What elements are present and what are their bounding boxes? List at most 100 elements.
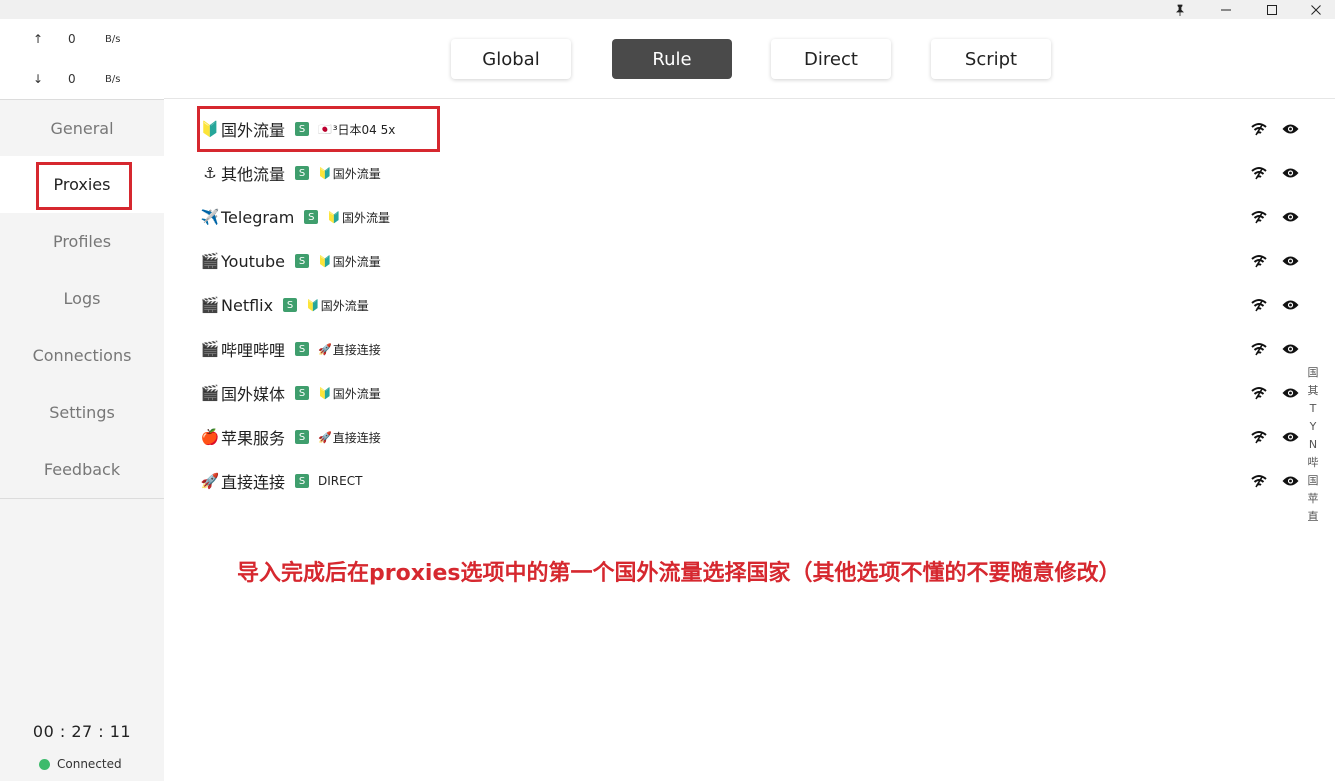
proxy-group-row[interactable]: 🎬 Netflix S 🔰 国外流量 bbox=[200, 283, 1300, 327]
selected-proxy-name: 直接连接 bbox=[332, 430, 381, 445]
group-name: 直接连接 bbox=[221, 473, 286, 492]
group-index-letter[interactable]: N bbox=[1309, 436, 1317, 454]
group-type-badge: S bbox=[295, 342, 310, 356]
selected-proxy-name: 国外流量 bbox=[332, 254, 381, 269]
view-eye-icon[interactable] bbox=[1280, 163, 1300, 183]
mode-rule-button[interactable]: Rule bbox=[612, 39, 732, 79]
download-value: 0 bbox=[68, 72, 76, 86]
mode-bar: Global Rule Direct Script bbox=[164, 19, 1335, 99]
upload-arrow-icon: ↑ bbox=[33, 32, 44, 46]
selected-emoji-icon: 🔰 bbox=[318, 386, 332, 400]
proxy-group-row[interactable]: 🍎 苹果服务 S 🚀 直接连接 bbox=[200, 415, 1300, 459]
close-icon[interactable] bbox=[1302, 0, 1330, 19]
mode-global-button[interactable]: Global bbox=[451, 39, 571, 79]
group-type-badge: S bbox=[295, 166, 310, 180]
group-emoji-icon: 🎬 bbox=[200, 296, 220, 314]
highlight-box-first-group bbox=[197, 106, 440, 152]
group-actions bbox=[1238, 239, 1300, 283]
traffic-panel: ↑ 0 B/s ↓ 0 B/s bbox=[0, 19, 164, 99]
group-index-letter[interactable]: 国 bbox=[1308, 472, 1319, 490]
mode-script-button[interactable]: Script bbox=[931, 39, 1051, 79]
group-index-letter[interactable]: 直 bbox=[1308, 508, 1319, 526]
instruction-annotation: 导入完成后在proxies选项中的第一个国外流量选择国家（其他选项不懂的不要随意… bbox=[237, 561, 1121, 586]
latency-test-icon[interactable] bbox=[1249, 471, 1269, 491]
group-actions bbox=[1238, 151, 1300, 195]
download-speed: ↓ 0 B/s bbox=[0, 72, 164, 92]
connection-status: Connected bbox=[39, 757, 122, 771]
group-index-letter[interactable]: 哔 bbox=[1308, 454, 1319, 472]
latency-test-icon[interactable] bbox=[1249, 427, 1269, 447]
proxy-group-row[interactable]: ✈️ Telegram S 🔰 国外流量 bbox=[200, 195, 1300, 239]
group-index-letter[interactable]: 其 bbox=[1308, 382, 1319, 400]
pin-icon[interactable] bbox=[1166, 0, 1194, 19]
sidebar: ↑ 0 B/s ↓ 0 B/s General Proxies Profiles… bbox=[0, 19, 164, 781]
group-actions bbox=[1238, 107, 1300, 151]
proxy-group-row[interactable]: ⚓ 其他流量 S 🔰 国外流量 bbox=[200, 151, 1300, 195]
group-actions bbox=[1238, 195, 1300, 239]
maximize-icon[interactable] bbox=[1258, 0, 1286, 19]
group-selected-proxy: 🔰 国外流量 bbox=[327, 209, 390, 226]
group-type-badge: S bbox=[295, 430, 310, 444]
group-type-badge: S bbox=[304, 210, 319, 224]
group-index-letter[interactable]: Y bbox=[1310, 418, 1317, 436]
nav-connections[interactable]: Connections bbox=[0, 327, 164, 384]
group-actions bbox=[1238, 327, 1300, 371]
group-index-letter[interactable]: T bbox=[1310, 400, 1317, 418]
group-type-badge: S bbox=[295, 386, 310, 400]
group-actions bbox=[1238, 371, 1300, 415]
view-eye-icon[interactable] bbox=[1280, 339, 1300, 359]
group-emoji-icon: 🎬 bbox=[200, 384, 220, 402]
status-dot-icon bbox=[39, 758, 50, 770]
group-emoji-icon: 🎬 bbox=[200, 340, 220, 358]
group-name: Youtube bbox=[221, 251, 285, 271]
selected-proxy-name: 直接连接 bbox=[332, 342, 381, 357]
latency-test-icon[interactable] bbox=[1249, 383, 1269, 403]
proxy-group-row[interactable]: 🎬 哔哩哔哩 S 🚀 直接连接 bbox=[200, 327, 1300, 371]
latency-test-icon[interactable] bbox=[1249, 163, 1269, 183]
group-name: 其他流量 bbox=[221, 165, 286, 184]
view-eye-icon[interactable] bbox=[1280, 207, 1300, 227]
latency-test-icon[interactable] bbox=[1249, 119, 1269, 139]
upload-speed: ↑ 0 B/s bbox=[0, 32, 164, 52]
group-selected-proxy: 🔰 国外流量 bbox=[318, 385, 381, 402]
view-eye-icon[interactable] bbox=[1280, 427, 1300, 447]
latency-test-icon[interactable] bbox=[1249, 295, 1269, 315]
upload-value: 0 bbox=[68, 32, 76, 46]
group-emoji-icon: 🚀 bbox=[200, 472, 220, 490]
latency-test-icon[interactable] bbox=[1249, 339, 1269, 359]
selected-proxy-name: 国外流量 bbox=[332, 166, 381, 181]
download-unit: B/s bbox=[105, 74, 121, 85]
proxy-group-row[interactable]: 🎬 国外媒体 S 🔰 国外流量 bbox=[200, 371, 1300, 415]
group-index-letter[interactable]: 国 bbox=[1308, 364, 1319, 382]
mode-direct-button[interactable]: Direct bbox=[771, 39, 891, 79]
group-selected-proxy: 🔰 国外流量 bbox=[306, 297, 369, 314]
main-panel: Global Rule Direct Script 🔰 国外流量 S 🇯🇵 ³日本04 … bbox=[164, 19, 1335, 781]
nav-feedback[interactable]: Feedback bbox=[0, 441, 164, 498]
nav-logs[interactable]: Logs bbox=[0, 270, 164, 327]
group-actions bbox=[1238, 459, 1300, 503]
latency-test-icon[interactable] bbox=[1249, 207, 1269, 227]
nav-settings[interactable]: Settings bbox=[0, 384, 164, 441]
selected-emoji-icon: 🔰 bbox=[306, 298, 320, 312]
proxy-group-row[interactable]: 🚀 直接连接 S DIRECT bbox=[200, 459, 1300, 503]
latency-test-icon[interactable] bbox=[1249, 251, 1269, 271]
proxy-group-row[interactable]: 🎬 Youtube S 🔰 国外流量 bbox=[200, 239, 1300, 283]
group-emoji-icon: 🎬 bbox=[200, 252, 220, 270]
selected-emoji-icon: 🚀 bbox=[318, 342, 332, 356]
view-eye-icon[interactable] bbox=[1280, 119, 1300, 139]
nav-general[interactable]: General bbox=[0, 100, 164, 157]
group-index-letter[interactable]: 苹 bbox=[1308, 490, 1319, 508]
group-type-badge: S bbox=[295, 254, 309, 268]
highlight-box-proxies bbox=[36, 162, 132, 210]
selected-proxy-name: 国外流量 bbox=[332, 386, 381, 401]
view-eye-icon[interactable] bbox=[1280, 383, 1300, 403]
view-eye-icon[interactable] bbox=[1280, 471, 1300, 491]
selected-emoji-icon: 🔰 bbox=[327, 210, 342, 224]
nav-profiles[interactable]: Profiles bbox=[0, 213, 164, 270]
group-selected-proxy: 🚀 直接连接 bbox=[318, 341, 381, 358]
group-selected-proxy: 🔰 国外流量 bbox=[318, 165, 381, 182]
view-eye-icon[interactable] bbox=[1280, 251, 1300, 271]
minimize-icon[interactable] bbox=[1212, 0, 1240, 19]
selected-emoji-icon: 🔰 bbox=[318, 254, 332, 268]
view-eye-icon[interactable] bbox=[1280, 295, 1300, 315]
